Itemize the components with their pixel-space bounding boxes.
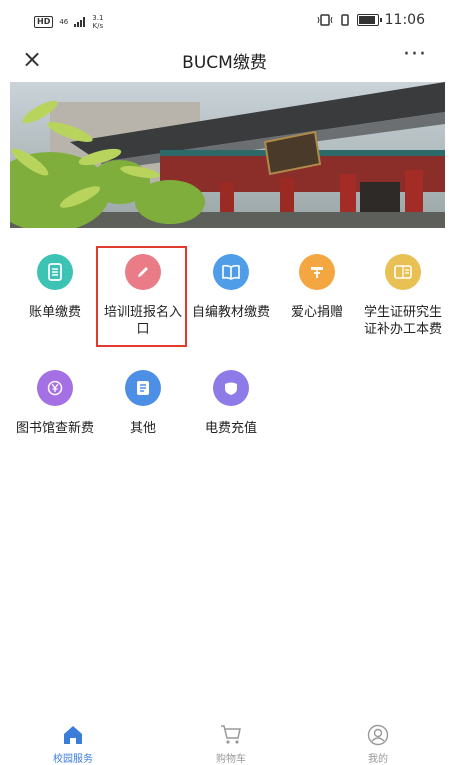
tab-campus-service[interactable]: 校园服务 — [28, 716, 118, 765]
tab-label: 校园服务 — [53, 754, 93, 765]
campus-gate-illustration — [10, 82, 445, 228]
service-label: 自编教材缴费 — [191, 305, 270, 320]
status-left: HD 46 3.1 K/s — [34, 14, 103, 30]
service-label: 账单缴费 — [28, 305, 81, 320]
document-icon — [125, 370, 161, 406]
signal-text: 46 — [59, 17, 69, 26]
tab-label: 购物车 — [216, 754, 246, 765]
yen-icon — [37, 370, 73, 406]
status-bar: HD 46 3.1 K/s 11:06 — [0, 0, 449, 38]
speed-value: 3.1 — [92, 14, 104, 22]
banner-image[interactable] — [10, 82, 445, 228]
home-icon — [28, 722, 118, 748]
speed-unit: K/s — [92, 22, 104, 30]
bottom-tab-bar: 校园服务 购物车 我的 — [0, 716, 449, 765]
service-item-bill[interactable]: 账单缴费 — [11, 240, 99, 321]
status-right: 11:06 — [317, 12, 425, 28]
service-item-library-fee[interactable]: 图书馆查新费 — [11, 356, 99, 437]
service-label: 图书馆查新费 — [15, 421, 94, 436]
service-item-electricity[interactable]: 电费充值 — [187, 356, 275, 437]
cart-icon — [186, 722, 276, 748]
bill-icon — [37, 254, 73, 290]
nav-bar: × BUCM缴费 ··· — [0, 38, 449, 80]
highlight-box — [96, 246, 187, 347]
vibrate-icon — [317, 14, 333, 26]
service-item-textbook-fee[interactable]: 自编教材缴费 — [187, 240, 275, 321]
service-label: 爱心捐赠 — [290, 305, 343, 320]
page-title: BUCM缴费 — [182, 53, 267, 73]
more-button[interactable]: ··· — [403, 42, 427, 67]
network-speed: 3.1 K/s — [92, 14, 103, 30]
tab-mine[interactable]: 我的 — [333, 716, 423, 765]
signal-icon — [74, 17, 86, 27]
shield-icon — [213, 370, 249, 406]
service-label: 学生证研究生证补办工本费 — [363, 305, 442, 337]
clock: 11:06 — [384, 12, 425, 28]
book-icon — [213, 254, 249, 290]
hd-badge: HD — [34, 16, 54, 28]
service-item-other[interactable]: 其他 — [99, 356, 187, 437]
service-item-id-card-replacement[interactable]: 学生证研究生证补办工本费 — [359, 240, 447, 338]
service-label: 其他 — [129, 421, 156, 436]
sim-icon — [340, 14, 349, 26]
service-item-donation[interactable]: 爱心捐赠 — [273, 240, 361, 321]
tab-cart[interactable]: 购物车 — [186, 716, 276, 765]
tab-label: 我的 — [368, 754, 388, 765]
id-card-icon — [385, 254, 421, 290]
service-label: 电费充值 — [204, 421, 257, 436]
user-icon — [333, 722, 423, 748]
battery-icon — [356, 14, 382, 26]
donate-icon — [299, 254, 335, 290]
